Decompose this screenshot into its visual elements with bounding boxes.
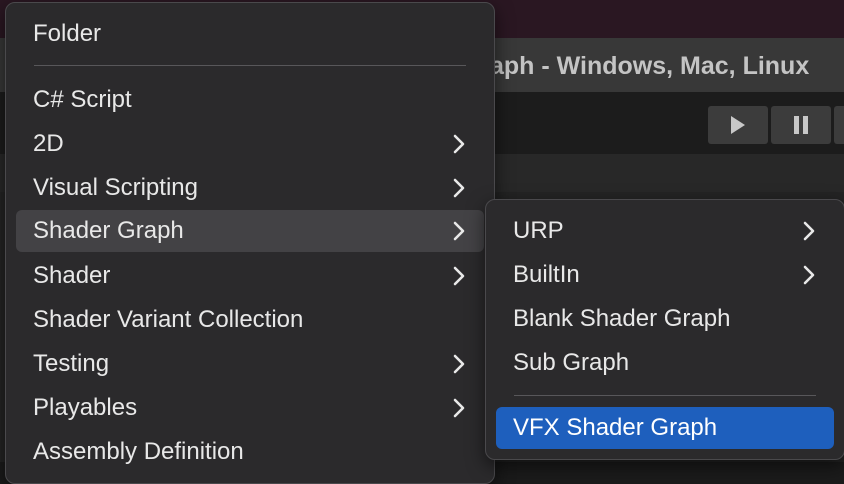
chevron-right-icon <box>453 354 465 374</box>
menu-separator <box>514 395 816 396</box>
chevron-right-icon <box>803 221 815 241</box>
play-button[interactable] <box>708 106 768 144</box>
menu-item-shader[interactable]: Shader <box>16 258 484 294</box>
menu-item-label: Playables <box>33 394 138 421</box>
submenu-item-builtin[interactable]: BuiltIn <box>496 257 834 293</box>
submenu-item-urp[interactable]: URP <box>496 213 834 249</box>
chevron-right-icon <box>453 134 465 154</box>
chevron-right-icon <box>453 266 465 286</box>
create-context-menu: Folder C# Script 2D Visual Scripting Sha… <box>5 2 495 484</box>
submenu-item-label: Sub Graph <box>513 349 630 376</box>
submenu-item-label: BuiltIn <box>513 261 580 288</box>
chevron-right-icon <box>453 221 465 241</box>
chevron-right-icon <box>803 265 815 285</box>
menu-item-assembly-definition[interactable]: Assembly Definition <box>16 434 484 470</box>
menu-item-label: Shader Variant Collection <box>33 306 304 333</box>
submenu-item-sub-graph[interactable]: Sub Graph <box>496 345 834 381</box>
menu-item-playables[interactable]: Playables <box>16 390 484 426</box>
submenu-item-label: VFX Shader Graph <box>513 414 718 441</box>
menu-item-2d[interactable]: 2D <box>16 126 484 162</box>
chevron-right-icon <box>453 178 465 198</box>
menu-item-label: Shader <box>33 262 111 289</box>
menu-item-folder[interactable]: Folder <box>16 16 484 52</box>
menu-separator <box>34 65 466 66</box>
menu-item-shader-graph[interactable]: Shader Graph <box>16 210 484 252</box>
submenu-item-blank-shader-graph[interactable]: Blank Shader Graph <box>496 301 834 337</box>
chevron-right-icon <box>453 398 465 418</box>
menu-item-shader-variant-collection[interactable]: Shader Variant Collection <box>16 302 484 338</box>
menu-item-label: C# Script <box>33 86 132 113</box>
pause-icon <box>794 116 808 134</box>
menu-item-label: Visual Scripting <box>33 174 198 201</box>
step-button[interactable] <box>834 106 844 144</box>
window-title: aph - Windows, Mac, Linux <box>490 52 810 80</box>
menu-item-label: Folder <box>33 20 102 47</box>
menu-item-csharp-script[interactable]: C# Script <box>16 82 484 118</box>
menu-item-label: 2D <box>33 130 64 157</box>
submenu-item-label: URP <box>513 217 564 244</box>
shader-graph-submenu: URP BuiltIn Blank Shader Graph Sub Graph… <box>485 199 844 460</box>
menu-item-label: Shader Graph <box>33 217 184 244</box>
menu-item-label: Testing <box>33 350 110 377</box>
submenu-item-label: Blank Shader Graph <box>513 305 731 332</box>
play-icon <box>731 116 745 134</box>
submenu-item-vfx-shader-graph[interactable]: VFX Shader Graph <box>496 407 834 449</box>
menu-item-visual-scripting[interactable]: Visual Scripting <box>16 170 484 206</box>
pause-button[interactable] <box>771 106 831 144</box>
menu-item-testing[interactable]: Testing <box>16 346 484 382</box>
